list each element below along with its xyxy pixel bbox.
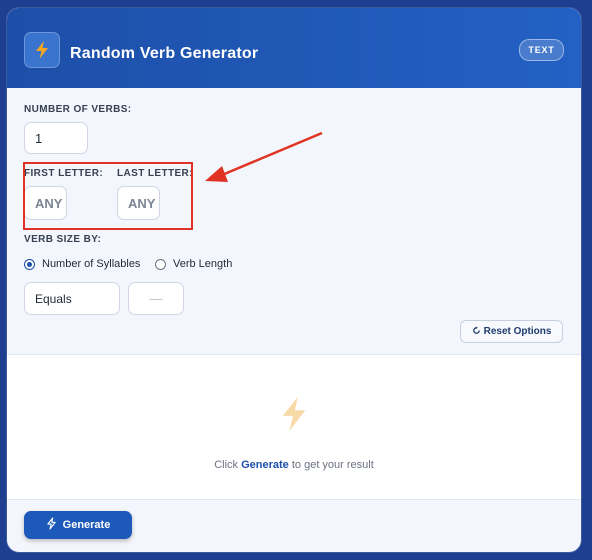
annotation-arrow bbox=[205, 131, 323, 182]
